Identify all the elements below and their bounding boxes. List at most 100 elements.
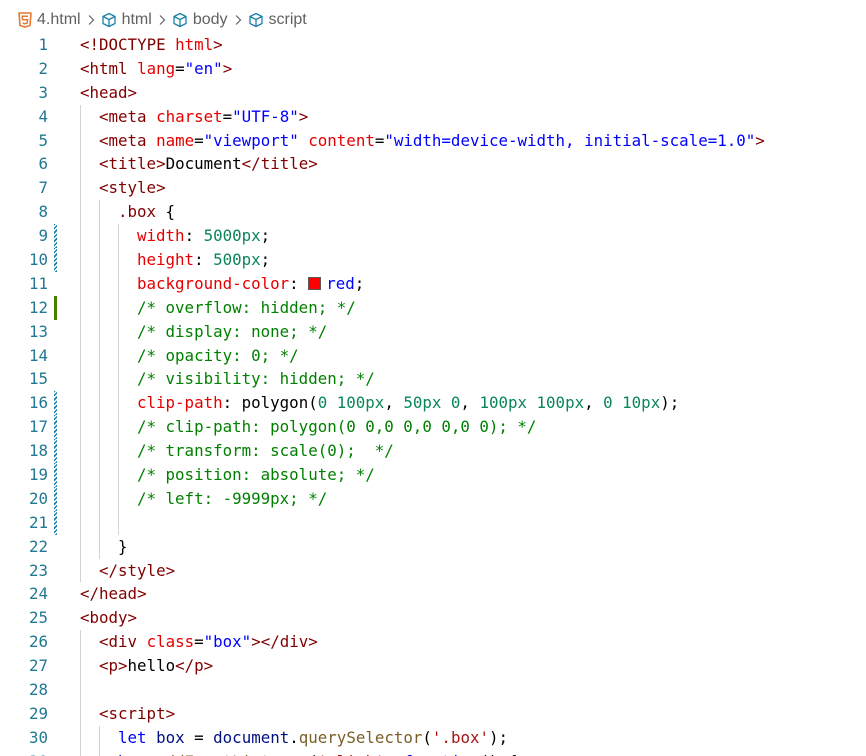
indent-guide	[118, 248, 119, 272]
code-token: function	[403, 752, 479, 756]
code-line[interactable]: 19 /* position: absolute; */	[0, 463, 866, 487]
code-line[interactable]: 20 /* left: -9999px; */	[0, 486, 866, 511]
code-token: charset	[156, 106, 223, 126]
code-token: </head>	[80, 584, 147, 604]
code-token: <style>	[99, 178, 166, 198]
code-line[interactable]: 12 /* overflow: hidden; */	[0, 295, 866, 320]
code-line[interactable]: 15 /* visibility: hidden; */	[0, 367, 866, 392]
breadcrumb-item-html[interactable]: html	[101, 11, 152, 29]
indent-guide	[99, 319, 100, 344]
line-number: 31	[0, 750, 48, 756]
code-token: hello	[127, 656, 176, 676]
code-token: <html	[80, 58, 128, 78]
line-number: 14	[28, 345, 48, 365]
code-token: red	[326, 273, 355, 293]
code-line[interactable]: 14 /* opacity: 0; */	[0, 343, 866, 368]
indent-guide	[99, 295, 100, 320]
indent-guide	[80, 152, 81, 177]
code-token: <script>	[99, 703, 176, 723]
code-line[interactable]: 28	[0, 678, 866, 702]
code-line[interactable]: 6 <title>Document</title>	[0, 152, 866, 177]
code-line[interactable]: 30 let box = document.querySelector('.box…	[0, 725, 866, 750]
added-line-marker[interactable]	[54, 295, 57, 320]
code-line[interactable]: 25 <body>	[0, 606, 866, 630]
code-line[interactable]: 27 <p>hello</p>	[0, 654, 866, 679]
code-token: :	[184, 226, 204, 246]
code-area[interactable]: 1 <!DOCTYPE html> 2 <html lang="en"> 3 <head>…	[0, 33, 866, 756]
code-line[interactable]: 18 /* transform: scale(0); */	[0, 439, 866, 464]
code-line[interactable]: 13 /* display: none; */	[0, 319, 866, 344]
code-token: 'click'	[318, 752, 385, 756]
code-text: .box {	[118, 200, 175, 224]
code-token: =	[222, 106, 233, 126]
code-line[interactable]: 4 <meta charset="UTF-8">	[0, 104, 866, 129]
chevron-right-icon	[87, 14, 95, 26]
code-line[interactable]: 22}	[0, 534, 866, 559]
modified-line-marker[interactable]	[54, 391, 57, 416]
modified-line-marker[interactable]	[54, 510, 57, 535]
code-line[interactable]: 8 .box {	[0, 200, 866, 225]
code-token: ,	[384, 752, 403, 756]
line-number: 17	[28, 417, 48, 437]
indent-guide	[80, 128, 81, 153]
code-line[interactable]: 31 box.addEventListener('click', function…	[0, 749, 866, 756]
indent-guide	[99, 415, 100, 440]
code-text: <meta name="viewport" content="width=dev…	[99, 129, 765, 153]
indent-guide	[80, 343, 81, 368]
code-line[interactable]: 11 background-color: red;	[0, 271, 866, 296]
code-token: .	[289, 727, 299, 747]
code-token: <body>	[80, 608, 138, 628]
breadcrumb-label: body	[192, 11, 228, 28]
code-token: ;	[260, 250, 271, 270]
code-text: <p>hello</p>	[99, 654, 213, 678]
code-token: () {	[479, 752, 517, 756]
indent-guide	[80, 248, 81, 272]
indent-guide	[118, 415, 119, 440]
breadcrumb-item-body[interactable]: body	[172, 11, 228, 29]
modified-line-marker[interactable]	[54, 224, 57, 249]
code-token: <!DOCTYPE	[80, 35, 166, 54]
indent-guide	[80, 415, 81, 440]
code-token: =	[374, 130, 385, 150]
code-line[interactable]: 5 <meta name="viewport" content="width=de…	[0, 128, 866, 153]
code-line[interactable]: 16 clip-path: polygon(0 100px, 50px 0, 10…	[0, 391, 866, 416]
line-number: 23	[28, 560, 48, 580]
code-line[interactable]: 3 <head>	[0, 81, 866, 105]
modified-line-marker[interactable]	[54, 248, 57, 272]
code-line[interactable]: 7 <style>	[0, 176, 866, 201]
code-text: /* transform: scale(0); */	[137, 439, 394, 463]
code-token: 100px	[536, 393, 585, 413]
code-text: <head>	[80, 81, 137, 105]
indent-guide	[99, 248, 100, 272]
indent-guide	[80, 534, 81, 559]
code-line[interactable]: 26 <div class="box"></div>	[0, 630, 866, 655]
code-token: ,	[384, 393, 404, 413]
code-text: <meta charset="UTF-8">	[99, 105, 308, 129]
code-token: <meta	[99, 130, 147, 150]
breadcrumb-label: 4.html	[37, 11, 81, 28]
code-line[interactable]: 29 <script>	[0, 701, 866, 726]
color-swatch[interactable]	[308, 276, 322, 290]
code-text: width: 5000px;	[137, 224, 270, 248]
code-text: <html lang="en">	[80, 57, 232, 81]
code-line[interactable]: 23 </style>	[0, 558, 866, 583]
code-line[interactable]: 10 height: 500px;	[0, 248, 866, 272]
line-number: 6	[38, 154, 48, 174]
code-token: {	[156, 202, 176, 222]
code-line[interactable]: 1 <!DOCTYPE html>	[0, 33, 866, 57]
code-line[interactable]: 17 /* clip-path: polygon(0 0,0 0,0 0,0 0)…	[0, 415, 866, 440]
breadcrumb-item-script[interactable]: script	[248, 11, 307, 29]
code-token: /* transform: scale(0); */	[137, 441, 394, 461]
modified-line-marker[interactable]	[54, 415, 57, 440]
code-line[interactable]: 2 <html lang="en">	[0, 57, 866, 81]
breadcrumb-item-file[interactable]: 4.html	[18, 11, 81, 29]
code-line[interactable]: 21	[0, 510, 866, 535]
modified-line-marker[interactable]	[54, 486, 57, 511]
modified-line-marker[interactable]	[54, 439, 57, 464]
code-token: >	[755, 130, 765, 150]
code-line[interactable]: 24 </head>	[0, 582, 866, 606]
code-token: <p>	[99, 656, 128, 676]
code-line[interactable]: 9 width: 5000px;	[0, 224, 866, 249]
code-editor[interactable]: 4.html html body script 1 <!DOCTYPE html…	[0, 0, 866, 756]
modified-line-marker[interactable]	[54, 463, 57, 487]
